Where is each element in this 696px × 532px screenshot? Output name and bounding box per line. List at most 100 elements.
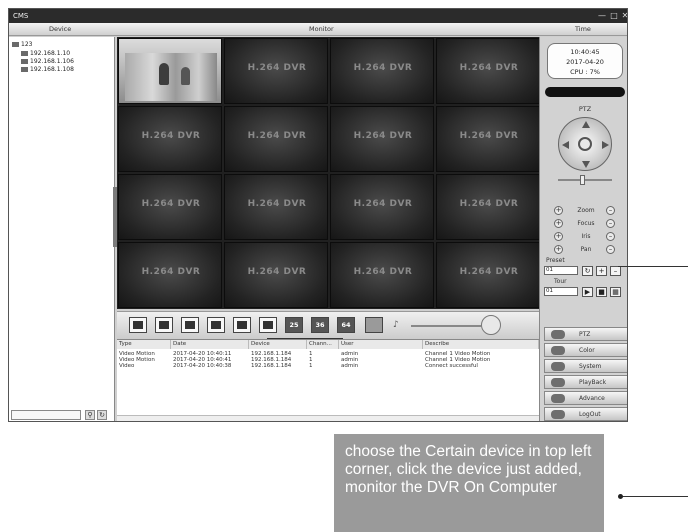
ptz-direction-pad[interactable] [558,117,612,171]
iris-open-button[interactable]: + [554,232,563,241]
menu-system-button[interactable]: System [544,359,627,373]
ptz-auto-button[interactable] [578,137,592,151]
layout-16-button[interactable] [259,317,277,333]
layout-9-button[interactable] [207,317,225,333]
layout-8-button[interactable] [233,317,251,333]
arrow-right-icon[interactable] [602,141,609,149]
menu-advance-button[interactable]: Advance [544,391,627,405]
log-col-header[interactable]: Describe [423,340,539,349]
tour-select-value: 01 [546,288,553,294]
close-button[interactable]: ✕ [620,12,627,20]
pan-minus-button[interactable]: – [606,245,615,254]
preset-remove-icon[interactable]: – [610,266,621,276]
menu-color-button[interactable]: Color [544,343,627,357]
live-video-tile[interactable] [118,38,222,104]
tree-device-item[interactable]: 192.168.1.106 [21,58,74,65]
menu-ptz-button[interactable]: PTZ [544,327,627,341]
video-tile[interactable]: H.264 DVR [436,174,540,240]
focus-in-button[interactable]: + [554,219,563,228]
callout-line-ptz [618,266,688,267]
device-search-input[interactable] [11,410,81,420]
tile-label: H.264 DVR [459,131,519,141]
tile-label: H.264 DVR [353,199,413,209]
video-tile[interactable]: H.264 DVR [330,174,434,240]
layout-4-button[interactable] [155,317,173,333]
video-tile[interactable]: H.264 DVR [436,242,540,308]
zoom-in-button[interactable]: + [554,206,563,215]
fullscreen-icon[interactable] [365,317,383,333]
scroll-dial-icon[interactable] [481,315,501,335]
log-horizontal-scrollbar[interactable] [117,415,539,421]
log-col-header[interactable]: User [339,340,423,349]
video-tile[interactable]: H.264 DVR [330,106,434,172]
video-tile[interactable]: H.264 DVR [436,38,540,104]
video-tile[interactable]: H.264 DVR [330,242,434,308]
control-panel: 10:40:45 2017-04-20 CPU : 7% PTZ + Zoom … [539,37,627,421]
layout-36-button[interactable]: 36 [311,317,329,333]
log-cell: Video [119,363,135,369]
log-col-header[interactable]: Type [117,340,171,349]
arrow-up-icon[interactable] [582,121,590,128]
video-tile[interactable]: H.264 DVR [224,174,328,240]
volume-icon[interactable]: ♪ [393,320,405,330]
search-icon[interactable]: ⚲ [85,410,95,420]
clock-date: 2017-04-20 [566,58,604,66]
video-tile[interactable]: H.264 DVR [436,106,540,172]
ptz-speed-knob[interactable] [580,175,585,185]
tree-device-item[interactable]: 192.168.1.10 [21,50,70,57]
video-tile[interactable]: H.264 DVR [330,38,434,104]
preset-add-icon[interactable]: + [596,266,607,276]
ptz-speed-slider[interactable] [558,179,612,181]
preset-select-value: 01 [546,267,553,273]
cpu-usage: CPU : 7% [570,68,600,76]
log-col-header[interactable]: Date [171,340,249,349]
tour-play-icon[interactable]: ▶ [582,287,593,297]
dvr-icon [21,67,28,72]
arrow-down-icon[interactable] [582,161,590,168]
layout-1-button[interactable] [129,317,147,333]
video-tile[interactable]: H.264 DVR [224,38,328,104]
zoom-out-button[interactable]: – [606,206,615,215]
minimize-button[interactable]: — [597,12,607,20]
tour-select[interactable]: 01 [544,287,578,296]
log-cell: admin [341,363,359,369]
pan-plus-button[interactable]: + [554,245,563,254]
tile-label: H.264 DVR [459,63,519,73]
device-tree-panel: 123 192.168.1.10 192.168.1.106 192.168.1… [9,37,115,421]
arrow-left-icon[interactable] [562,141,569,149]
log-cell: 192.168.1.184 [251,363,292,369]
log-cell: 2017-04-20 10:40:38 [173,363,232,369]
playback-icon [551,378,565,387]
layout-25-button[interactable]: 25 [285,317,303,333]
log-col-header[interactable]: Chann... [307,340,339,349]
video-tile[interactable]: H.264 DVR [118,106,222,172]
refresh-icon[interactable]: ↻ [97,410,107,420]
video-tile[interactable]: H.264 DVR [118,174,222,240]
preset-call-icon[interactable]: ↻ [582,266,593,276]
focus-out-button[interactable]: – [606,219,615,228]
iris-close-button[interactable]: – [606,232,615,241]
tour-grid-icon[interactable]: ▦ [610,287,621,297]
log-col-header[interactable]: Device [249,340,307,349]
zoom-row: + Zoom – [540,205,627,216]
tree-root[interactable]: 123 [12,41,32,48]
video-tile[interactable]: H.264 DVR [224,106,328,172]
video-tile[interactable]: H.264 DVR [118,242,222,308]
system-icon [551,362,565,371]
video-tile[interactable]: H.264 DVR [224,242,328,308]
tile-label: H.264 DVR [247,199,307,209]
menu-logout-button[interactable]: LogOut [544,407,627,421]
tree-device-item[interactable]: 192.168.1.108 [21,66,74,73]
layout-64-button[interactable]: 64 [337,317,355,333]
window-title: CMS [13,12,29,20]
menu-playback-label: PlayBack [579,379,607,386]
pan-label: Pan [580,246,592,253]
tour-stop-icon[interactable]: ■ [596,287,607,297]
layout-6-button[interactable] [181,317,199,333]
maximize-button[interactable]: □ [609,12,619,20]
instruction-callout: choose the Certain device in top left co… [334,434,604,532]
tour-label: Tour [554,278,567,285]
volume-slider[interactable] [411,325,481,327]
menu-playback-button[interactable]: PlayBack [544,375,627,389]
preset-select[interactable]: 01 [544,266,578,275]
